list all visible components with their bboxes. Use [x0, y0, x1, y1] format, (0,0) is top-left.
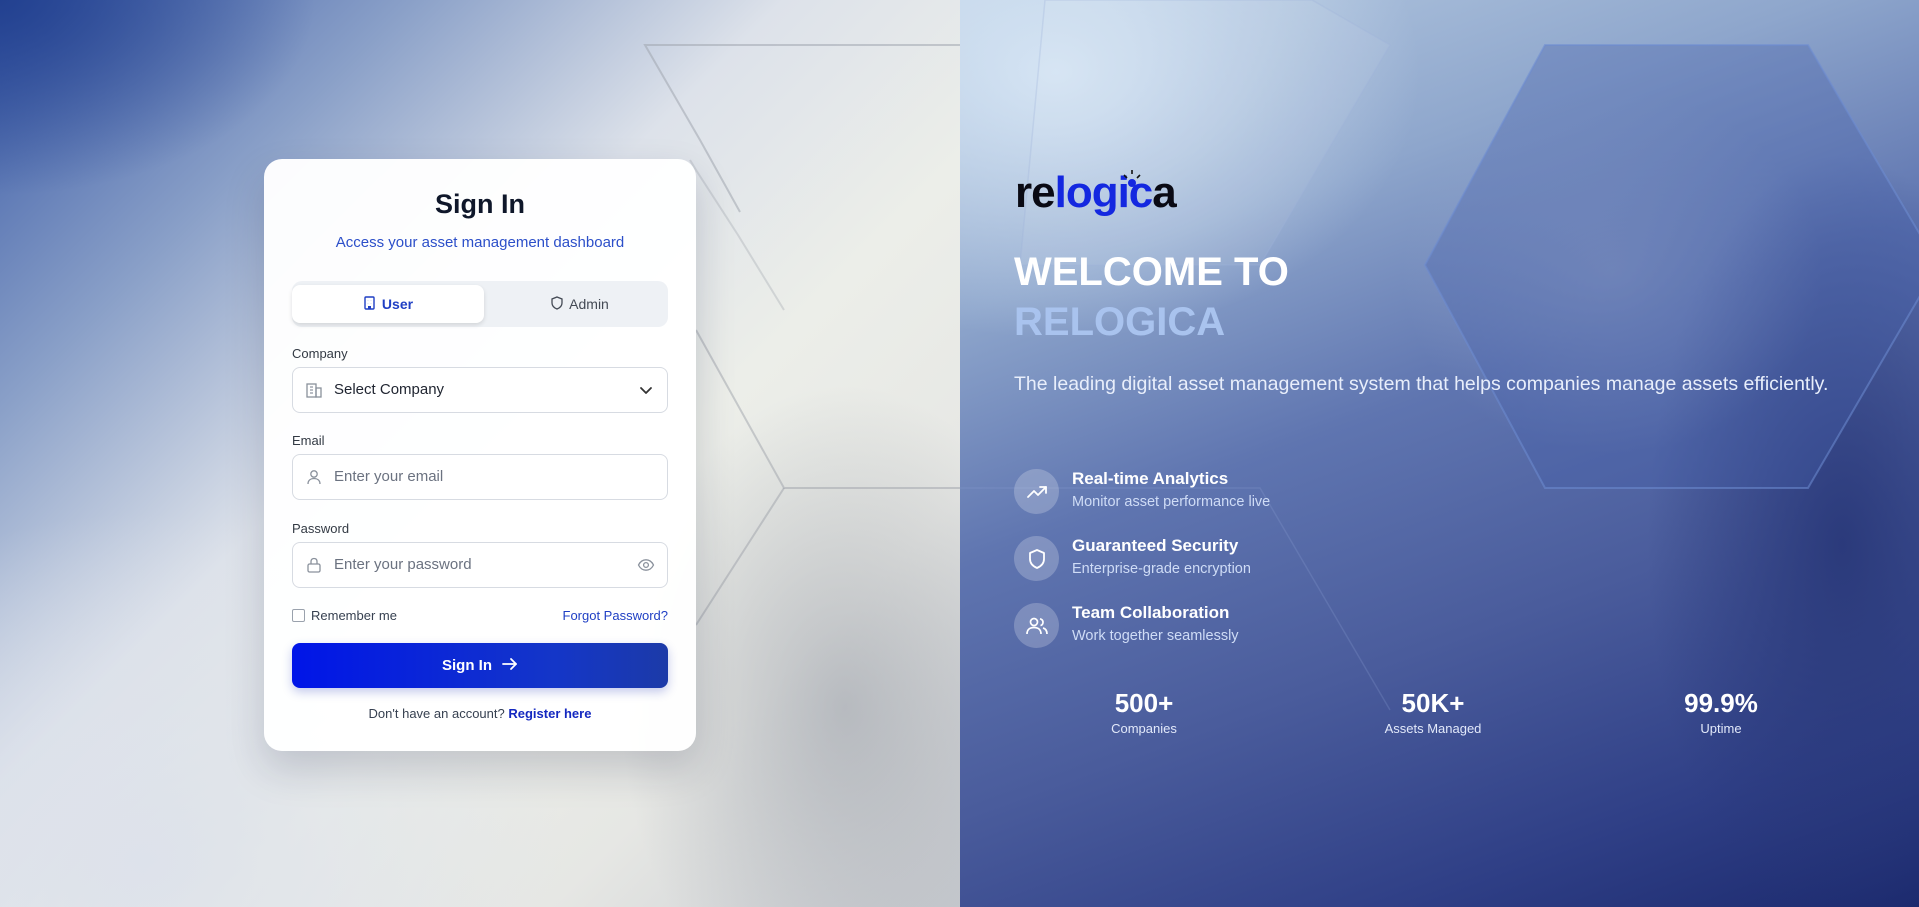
feature-desc: Enterprise-grade encryption — [1072, 561, 1251, 577]
register-prompt: Don't have an account? Register here — [264, 706, 696, 721]
stat-label: Companies — [1111, 721, 1177, 736]
register-link[interactable]: Register here — [508, 706, 591, 721]
arrow-right-icon — [502, 657, 518, 675]
feature-guaranteed-security: Guaranteed Security Enterprise-grade enc… — [1014, 534, 1514, 584]
stat-assets-managed: 50K+ Assets Managed — [1353, 688, 1513, 736]
welcome-brand: RELOGICA — [1014, 300, 1226, 344]
user-icon — [305, 468, 323, 486]
forgot-password-link[interactable]: Forgot Password? — [563, 608, 669, 623]
stat-uptime: 99.9% Uptime — [1641, 688, 1801, 736]
tab-admin[interactable]: Admin — [484, 285, 676, 323]
sign-in-button-label: Sign In — [442, 657, 492, 674]
tab-admin-label: Admin — [569, 296, 609, 312]
sign-in-card: Sign In Access your asset management das… — [264, 159, 696, 751]
logo-spark — [1123, 170, 1141, 187]
remember-label: Remember me — [311, 608, 397, 623]
sign-in-button[interactable]: Sign In — [292, 643, 668, 688]
tagline: The leading digital asset management sys… — [1014, 373, 1829, 395]
relogica-logo: relogica — [1015, 168, 1177, 217]
company-select[interactable]: Select Company — [292, 367, 668, 413]
stat-label: Uptime — [1700, 721, 1742, 736]
trending-up-icon — [1014, 469, 1059, 514]
building-icon — [305, 381, 323, 399]
welcome-heading: WELCOME TO — [1014, 250, 1289, 294]
tab-user[interactable]: User — [292, 285, 484, 323]
stat-companies: 500+ Companies — [1064, 688, 1224, 736]
shield-icon — [1014, 536, 1059, 581]
password-label: Password — [292, 521, 350, 536]
register-prompt-text: Don't have an account? — [368, 706, 505, 721]
feature-title: Team Collaboration — [1072, 603, 1230, 622]
feature-desc: Monitor asset performance live — [1072, 494, 1271, 510]
company-label: Company — [292, 346, 348, 361]
tab-user-label: User — [381, 296, 414, 312]
building-icon — [363, 295, 376, 313]
feature-team-collaboration: Team Collaboration Work together seamles… — [1014, 601, 1514, 651]
card-subtitle: Access your asset management dashboard — [335, 234, 625, 251]
lock-icon — [305, 556, 323, 574]
stat-value: 99.9% — [1684, 688, 1758, 718]
feature-title: Real-time Analytics — [1072, 469, 1229, 488]
feature-desc: Work together seamlessly — [1072, 628, 1239, 644]
stat-label: Assets Managed — [1384, 721, 1482, 736]
shield-icon — [551, 295, 563, 313]
password-field[interactable]: Enter your password — [292, 542, 668, 588]
remember-checkbox[interactable] — [292, 609, 305, 622]
stat-value: 500+ — [1114, 688, 1174, 718]
role-tabs: User Admin — [292, 281, 668, 327]
eye-icon[interactable] — [637, 556, 655, 574]
email-placeholder: Enter your email — [334, 468, 444, 485]
hexagon-decoration — [960, 0, 1919, 711]
email-field[interactable]: Enter your email — [292, 454, 668, 500]
right-panel — [960, 0, 1919, 907]
feature-title: Guaranteed Security — [1072, 536, 1239, 555]
remember-me[interactable]: Remember me — [292, 608, 397, 623]
stat-value: 50K+ — [1401, 688, 1465, 718]
users-icon — [1014, 603, 1059, 648]
email-label: Email — [292, 433, 325, 448]
card-title: Sign In — [435, 189, 525, 219]
password-placeholder: Enter your password — [334, 556, 472, 573]
company-select-value: Select Company — [334, 381, 445, 398]
feature-realtime-analytics: Real-time Analytics Monitor asset perfor… — [1014, 467, 1514, 517]
chevron-down-icon — [637, 381, 655, 399]
